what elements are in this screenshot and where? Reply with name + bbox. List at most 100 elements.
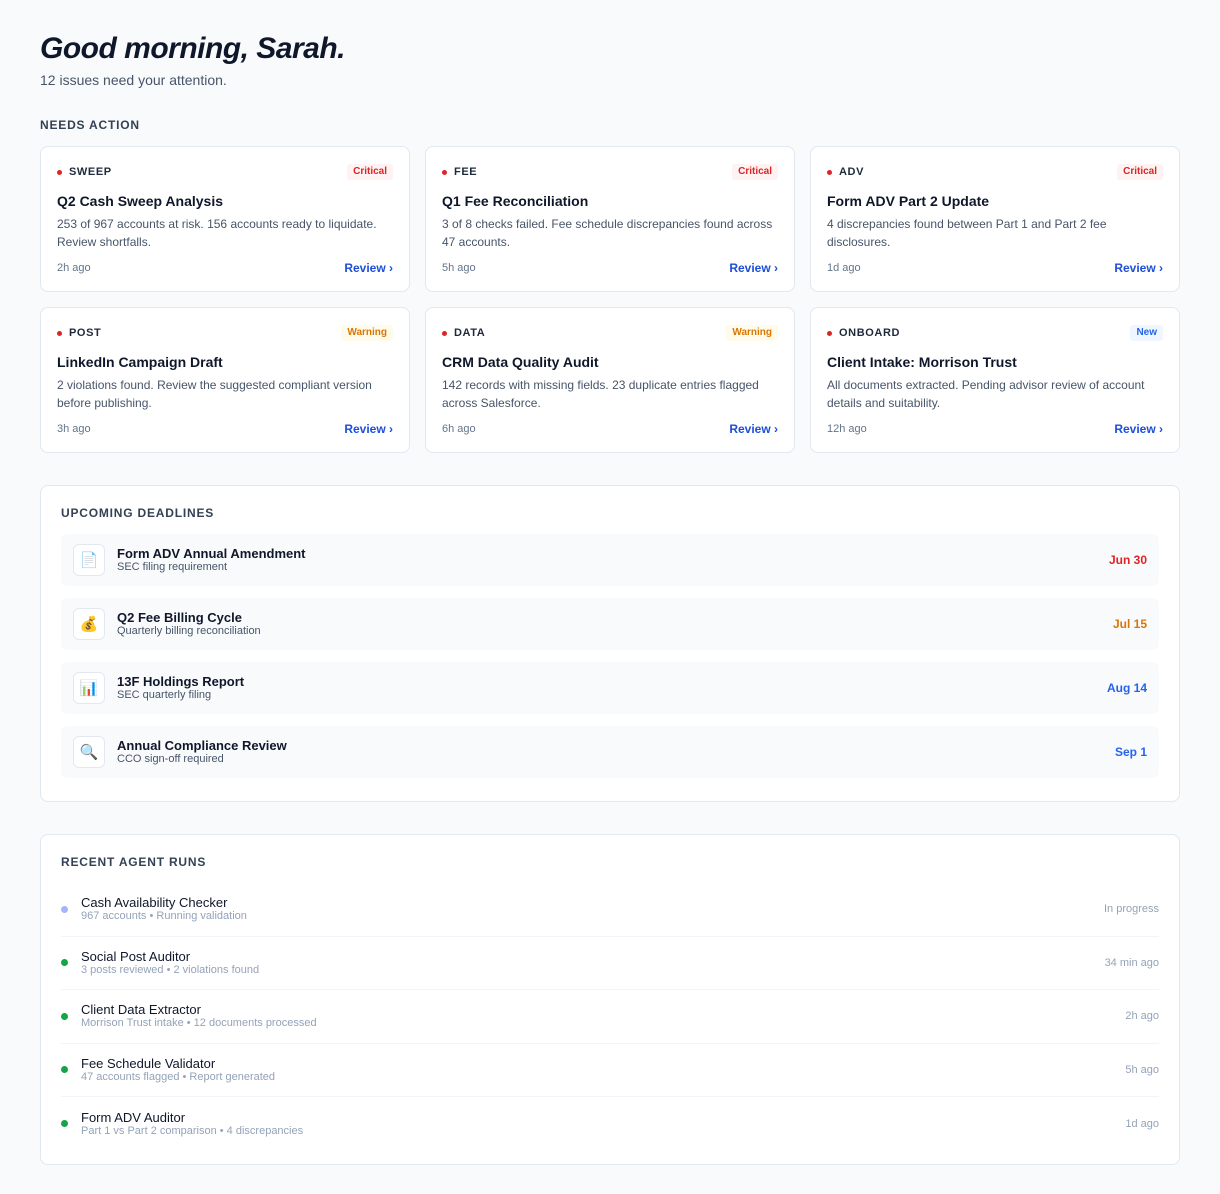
run-status-dot-icon [61,959,68,967]
deadline-title: 13F Holdings Report [117,674,245,689]
category-label: POST [69,327,102,339]
action-card: SWEEP Critical Q2 Cash Sweep Analysis 253 o… [40,146,410,292]
run-timestamp: In progress [1103,903,1159,916]
card-category: POST [57,327,101,339]
card-title: LinkedIn Campaign Draft [57,354,223,370]
card-footer: 12h ago Review › [827,422,1163,436]
dashboard-page: Good morning, Sarah. 12 issues need your… [0,0,1220,1165]
card-category: DATA [442,327,485,339]
issues-summary: 12 issues need your attention. [40,72,227,88]
agent-run-row[interactable]: Cash Availability Checker 967 accounts • … [61,883,1159,937]
run-status-dot-icon [61,1066,68,1074]
run-timestamp: 1d ago [1125,1117,1159,1130]
status-dot-icon [57,169,62,175]
review-link[interactable]: Review › [1114,422,1163,436]
status-dot-icon [442,169,447,175]
severity-badge: Warning [341,325,393,341]
action-card: ONBOARD New Client Intake: Morrison Trust A… [810,307,1180,453]
review-link[interactable]: Review › [344,422,393,436]
action-card: POST Warning LinkedIn Campaign Draft 2 viol… [40,307,410,453]
magnifier-icon: 🔍 [73,736,105,768]
recent-agent-runs-label: RECENT AGENT RUNS [61,855,207,869]
deadline-date: Jun 30 [1108,553,1147,567]
run-timestamp: 5h ago [1125,1063,1159,1076]
deadline-text: 13F Holdings Report SEC quarterly filing [117,674,1107,702]
card-title: Client Intake: Morrison Trust [827,354,1017,370]
card-timestamp: 6h ago [442,423,476,435]
agent-run-row[interactable]: Social Post Auditor 3 posts reviewed • 2 … [61,937,1159,990]
card-category: FEE [442,166,477,178]
run-timestamp: 34 min ago [1104,956,1159,969]
card-description: 2 violations found. Review the suggested… [57,378,372,410]
deadline-row[interactable]: 💰 Q2 Fee Billing Cycle Quarterly billing r… [61,598,1159,650]
money-bag-icon: 💰 [73,608,105,640]
recent-agent-runs-panel: RECENT AGENT RUNS Cash Availability Chec… [40,834,1180,1165]
run-title: Cash Availability Checker [81,895,228,911]
agent-run-row[interactable]: Form ADV Auditor Part 1 vs Part 2 compari… [61,1097,1159,1151]
card-description: 3 of 8 checks failed. Fee schedule discr… [442,217,773,249]
agent-run-row[interactable]: Fee Schedule Validator 47 accounts flagge… [61,1044,1159,1097]
card-footer: 3h ago Review › [57,422,393,436]
run-title: Client Data Extractor [81,1002,201,1018]
bar-chart-icon: 📊 [73,672,105,704]
card-header: ADV Critical [827,163,1163,181]
severity-badge: Warning [726,325,778,341]
deadline-text: Annual Compliance Review CCO sign-off req… [117,738,1115,766]
needs-action-label: NEEDS ACTION [40,118,140,132]
card-description: 253 of 967 accounts at risk. 156 account… [57,217,377,249]
card-footer: 2h ago Review › [57,261,393,275]
run-title: Fee Schedule Validator [81,1055,216,1071]
card-timestamp: 2h ago [57,262,91,274]
run-text: Cash Availability Checker 967 accounts • … [81,895,1104,923]
card-header: SWEEP Critical [57,163,393,181]
run-title: Social Post Auditor [81,948,191,964]
card-header: DATA Warning [442,324,778,342]
deadline-text: Form ADV Annual Amendment SEC filing requ… [117,546,1109,574]
category-label: SWEEP [69,166,112,178]
card-footer: 5h ago Review › [442,261,778,275]
card-category: SWEEP [57,166,112,178]
run-title: Form ADV Auditor [81,1109,186,1125]
run-details: Morrison Trust intake • 12 documents pro… [81,1017,317,1030]
category-label: FEE [454,166,478,178]
action-card: DATA Warning CRM Data Quality Audit 142 rec… [425,307,795,453]
agent-run-row[interactable]: Client Data Extractor Morrison Trust inta… [61,990,1159,1044]
card-timestamp: 1d ago [827,262,861,274]
run-details: 967 accounts • Running validation [81,910,247,923]
card-header: FEE Critical [442,163,778,181]
card-title: Form ADV Part 2 Update [827,193,990,209]
card-header: POST Warning [57,324,393,342]
deadline-subtitle: SEC quarterly filing [117,689,212,701]
review-link[interactable]: Review › [729,261,778,275]
severity-badge: Critical [732,164,778,180]
deadline-title: Annual Compliance Review [117,738,287,753]
card-footer: 1d ago Review › [827,261,1163,275]
run-text: Fee Schedule Validator 47 accounts flagge… [81,1056,1125,1084]
run-details: 3 posts reviewed • 2 violations found [81,963,260,976]
card-timestamp: 3h ago [57,423,91,435]
review-link[interactable]: Review › [344,261,393,275]
run-details: 47 accounts flagged • Report generated [81,1070,276,1083]
category-label: ONBOARD [839,327,901,339]
card-title: Q2 Cash Sweep Analysis [57,193,223,209]
card-description: All documents extracted. Pending advisor… [827,378,1145,410]
agent-runs-list: Cash Availability Checker 967 accounts • … [61,883,1159,1151]
run-text: Form ADV Auditor Part 1 vs Part 2 compari… [81,1110,1125,1138]
run-details: Part 1 vs Part 2 comparison • 4 discrepa… [81,1124,304,1137]
severity-badge: New [1130,325,1163,341]
deadline-subtitle: SEC filing requirement [117,561,228,573]
action-card: FEE Critical Q1 Fee Reconciliation 3 of 8 c… [425,146,795,292]
deadline-row[interactable]: 📄 Form ADV Annual Amendment SEC filing req… [61,534,1159,586]
greeting-heading: Good morning, Sarah. [40,32,346,65]
review-link[interactable]: Review › [1114,261,1163,275]
deadline-row[interactable]: 🔍 Annual Compliance Review CCO sign-off re… [61,726,1159,778]
card-description: 142 records with missing fields. 23 dupl… [442,378,759,410]
deadline-row[interactable]: 📊 13F Holdings Report SEC quarterly filing… [61,662,1159,714]
severity-badge: Critical [347,164,393,180]
card-category: ADV [827,166,864,178]
card-category: ONBOARD [827,327,900,339]
review-link[interactable]: Review › [729,422,778,436]
card-title: CRM Data Quality Audit [442,354,599,370]
run-timestamp: 2h ago [1125,1010,1159,1023]
run-status-dot-icon [61,1120,68,1128]
